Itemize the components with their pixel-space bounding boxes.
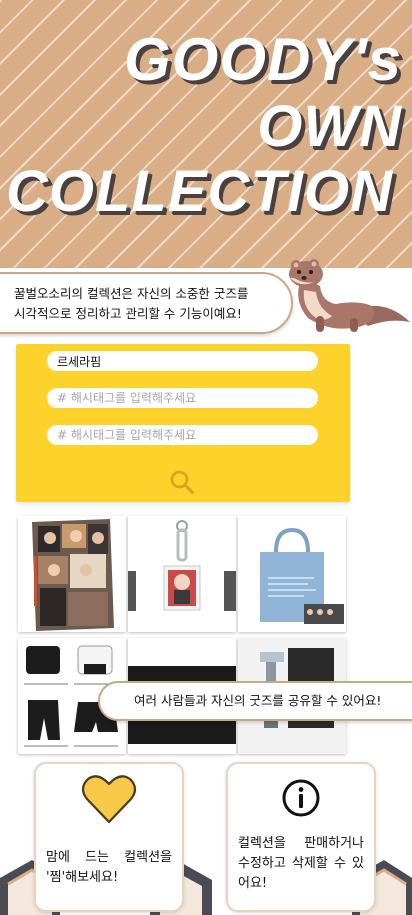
feature-card-info[interactable]: 컬렉션을 판매하거나 수정하고 삭제할 수 있어요! [226, 762, 376, 912]
share-speech-bubble: 여러 사람들과 자신의 굿즈를 공유할 수 있어요! [98, 681, 412, 721]
photobook-image [18, 516, 126, 632]
keyring-image [128, 516, 236, 632]
intro-speech-bubble: 꿀벌오소리의 컬렉션은 자신의 소중한 굿즈를 시각적으로 정리하고 관리할 수… [0, 272, 293, 334]
search-icon [170, 470, 195, 495]
feature-card-like[interactable]: 맘에 드는 컬렉션을 '찜'해보세요! [34, 762, 184, 912]
intro-text-line2: 시각적으로 정리하고 관리할 수 기능이예요! [14, 306, 242, 321]
gallery-item-photobook[interactable] [18, 516, 126, 632]
collection-name-input[interactable] [47, 351, 318, 371]
search-panel [16, 344, 350, 502]
intro-text-line1: 꿀벌오소리의 컬렉션은 자신의 소중한 굿즈를 [14, 286, 249, 301]
tote-bag-image [238, 516, 346, 632]
heart-icon [81, 775, 137, 824]
hero-title-line2: OWN [257, 94, 402, 159]
info-icon [282, 779, 320, 817]
hero-title-line1: GOODY's [124, 26, 402, 93]
gallery-item-tote-bag[interactable] [238, 516, 346, 632]
search-button[interactable] [169, 469, 195, 495]
feature-like-text: 맘에 드는 컬렉션을 '찜'해보세요! [46, 850, 172, 885]
hashtag-input-2[interactable] [47, 425, 318, 445]
weasel-mascot-icon [289, 259, 410, 332]
hero-title-line3: COLLECTION [6, 159, 393, 224]
gallery-item-keyring[interactable] [128, 516, 236, 632]
hero-banner: GOODY's OWN COLLECTION [0, 0, 412, 268]
feature-info-text: 컬렉션을 판매하거나 수정하고 삭제할 수 있어요! [238, 836, 364, 891]
hashtag-input-1[interactable] [47, 388, 318, 408]
